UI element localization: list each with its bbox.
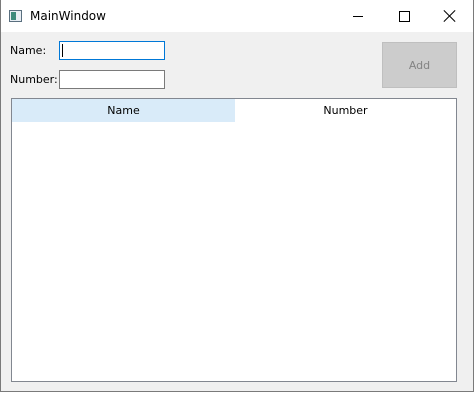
main-window: MainWindow Name: Number: Add Name Number	[0, 0, 474, 392]
maximize-button[interactable]	[381, 0, 427, 32]
table-body[interactable]	[12, 122, 456, 381]
maximize-icon	[398, 10, 410, 22]
contacts-table[interactable]: Name Number	[11, 98, 457, 382]
table-header: Name Number	[12, 99, 456, 122]
minimize-button[interactable]	[335, 0, 381, 32]
column-header-number[interactable]: Number	[235, 99, 456, 122]
column-header-name[interactable]: Name	[12, 99, 235, 122]
add-button[interactable]: Add	[382, 42, 457, 88]
minimize-icon	[353, 15, 363, 17]
name-input[interactable]	[59, 41, 165, 60]
close-button[interactable]	[427, 0, 473, 32]
app-window-icon	[9, 10, 22, 22]
name-label: Name:	[10, 44, 47, 57]
window-title: MainWindow	[30, 9, 106, 23]
number-label: Number:	[10, 73, 58, 86]
number-input[interactable]	[59, 70, 165, 89]
text-caret	[62, 44, 63, 57]
title-bar[interactable]: MainWindow	[1, 0, 473, 32]
close-icon	[444, 10, 456, 22]
